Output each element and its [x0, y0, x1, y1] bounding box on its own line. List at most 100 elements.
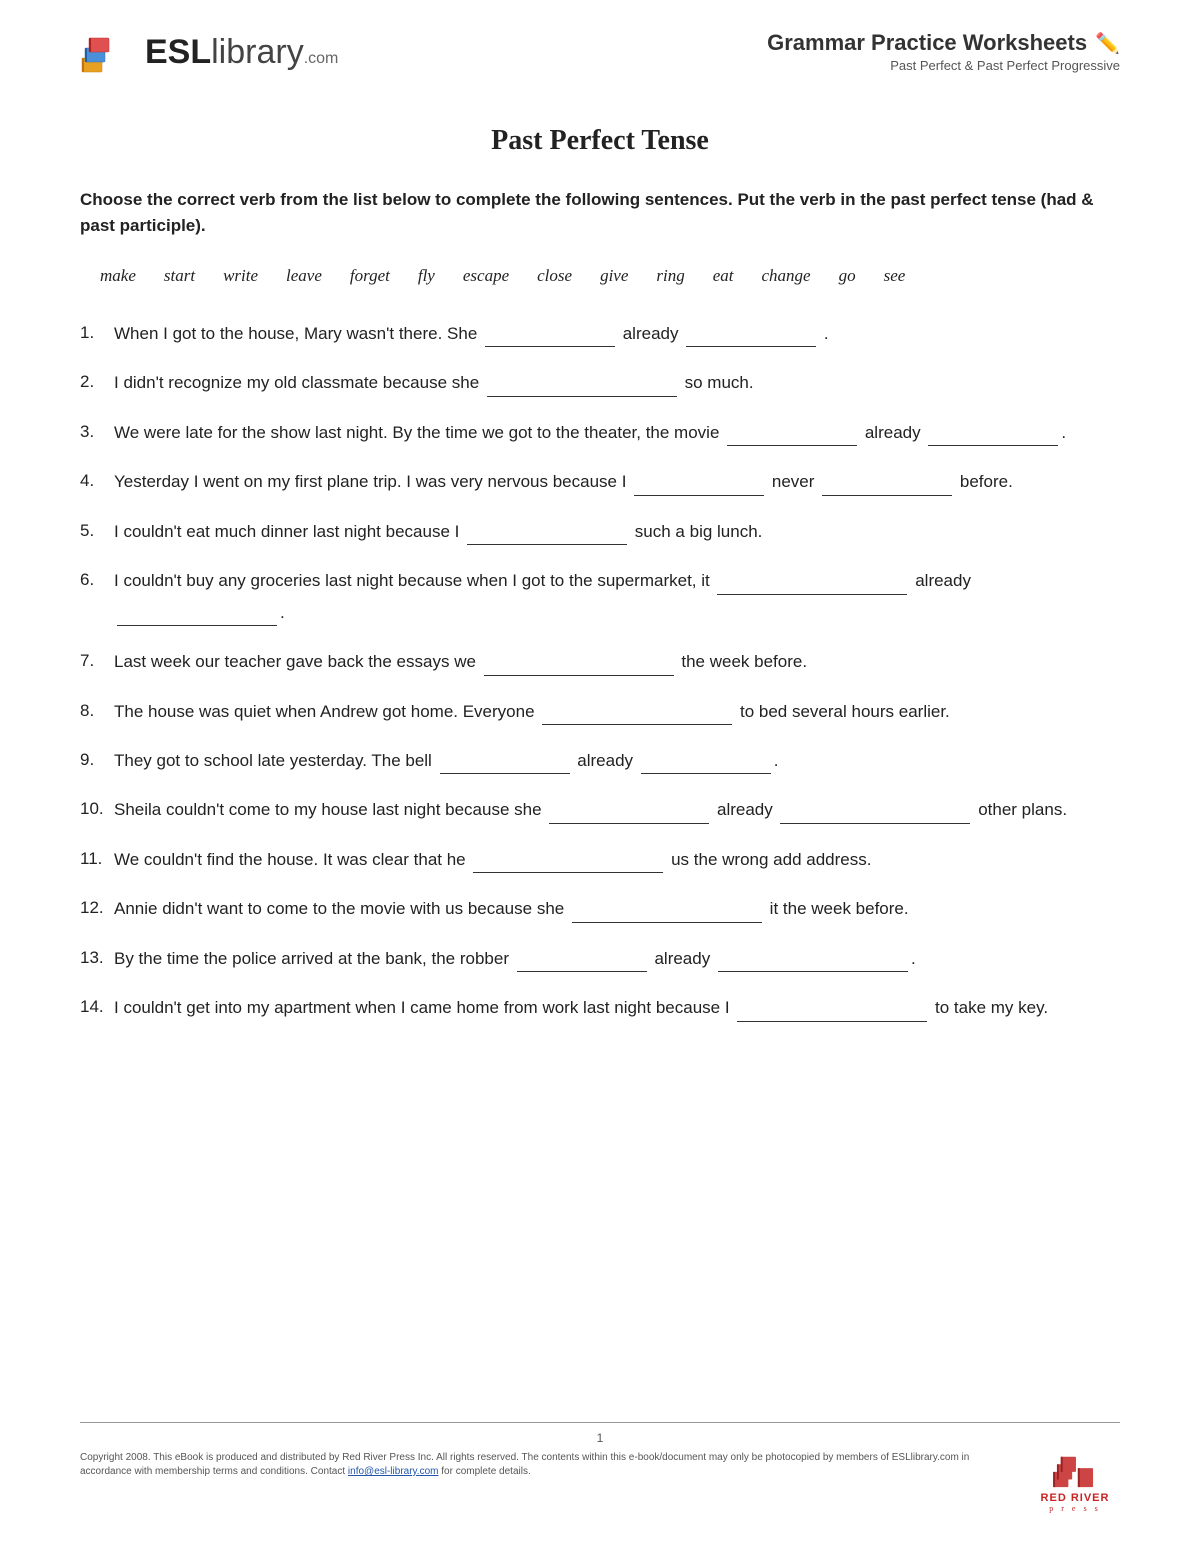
- grammar-subtitle: Past Perfect & Past Perfect Progressive: [767, 58, 1120, 73]
- sentence-text-14: I couldn't get into my apartment when I …: [114, 992, 1120, 1023]
- logo-area: ESLlibrary.com: [80, 30, 338, 75]
- blank-9b: [641, 772, 771, 774]
- red-river-logo: Red River p r e s s: [1030, 1451, 1120, 1513]
- word-close: close: [537, 266, 572, 286]
- sentence-10: 10. Sheila couldn't come to my house las…: [80, 794, 1120, 825]
- blank-4b: [822, 494, 952, 496]
- blank-1b: [686, 345, 816, 347]
- word-change: change: [762, 266, 811, 286]
- esl-logo-icon: [80, 30, 135, 75]
- logo-text: ESLlibrary.com: [145, 33, 338, 72]
- sentence-num-11: 11.: [80, 844, 108, 875]
- sentence-7: 7. Last week our teacher gave back the e…: [80, 646, 1120, 677]
- pencil-icon: ✏️: [1095, 31, 1120, 56]
- sentence-6: 6. I couldn't buy any groceries last nig…: [80, 565, 1120, 628]
- sentence-text-1: When I got to the house, Mary wasn't the…: [114, 318, 1120, 349]
- blank-2: [487, 395, 677, 397]
- page: ESLlibrary.com Grammar Practice Workshee…: [0, 0, 1200, 1553]
- blank-7: [484, 674, 674, 676]
- word-leave: leave: [286, 266, 322, 286]
- sentence-num-4: 4.: [80, 466, 108, 497]
- word-fly: fly: [418, 266, 435, 286]
- blank-13a: [517, 970, 647, 972]
- word-see: see: [884, 266, 906, 286]
- footer-email[interactable]: info@esl-library.com: [348, 1466, 439, 1477]
- word-write: write: [223, 266, 258, 286]
- page-title: Past Perfect Tense: [80, 125, 1120, 157]
- sentence-num-3: 3.: [80, 417, 108, 448]
- sentence-text-13: By the time the police arrived at the ba…: [114, 943, 1120, 974]
- sentence-num-9: 9.: [80, 745, 108, 776]
- blank-10a: [549, 822, 709, 824]
- sentence-num-2: 2.: [80, 367, 108, 398]
- word-list: make start write leave forget fly escape…: [80, 266, 1120, 286]
- word-go: go: [839, 266, 856, 286]
- blank-1a: [485, 345, 615, 347]
- sentence-12: 12. Annie didn't want to come to the mov…: [80, 893, 1120, 924]
- sentence-11: 11. We couldn't find the house. It was c…: [80, 844, 1120, 875]
- sentence-num-8: 8.: [80, 696, 108, 727]
- red-river-press: p r e s s: [1049, 1504, 1100, 1513]
- red-river-icon: [1050, 1451, 1100, 1489]
- sentence-13: 13. By the time the police arrived at th…: [80, 943, 1120, 974]
- blank-5: [467, 543, 627, 545]
- blank-3b: [928, 444, 1058, 446]
- blank-6a: [717, 593, 907, 595]
- header-right: Grammar Practice Worksheets ✏️ Past Perf…: [767, 30, 1120, 73]
- sentence-text-12: Annie didn't want to come to the movie w…: [114, 893, 1120, 924]
- sentence-9: 9. They got to school late yesterday. Th…: [80, 745, 1120, 776]
- sentence-4: 4. Yesterday I went on my first plane tr…: [80, 466, 1120, 497]
- grammar-title: Grammar Practice Worksheets ✏️: [767, 30, 1120, 56]
- sentence-text-11: We couldn't find the house. It was clear…: [114, 844, 1120, 875]
- sentence-3: 3. We were late for the show last night.…: [80, 417, 1120, 448]
- copyright-end: for complete details.: [441, 1466, 531, 1477]
- blank-13b: [718, 970, 908, 972]
- blank-12: [572, 921, 762, 923]
- logo-library: library: [211, 33, 304, 71]
- sentence-num-13: 13.: [80, 943, 108, 974]
- sentence-5: 5. I couldn't eat much dinner last night…: [80, 516, 1120, 547]
- sentence-list: 1. When I got to the house, Mary wasn't …: [80, 318, 1120, 1024]
- sentence-num-7: 7.: [80, 646, 108, 677]
- sentence-num-14: 14.: [80, 992, 108, 1023]
- sentence-num-1: 1.: [80, 318, 108, 349]
- blank-9a: [440, 772, 570, 774]
- blank-8: [542, 723, 732, 725]
- word-ring: ring: [656, 266, 684, 286]
- word-forget: forget: [350, 266, 390, 286]
- sentence-text-4: Yesterday I went on my first plane trip.…: [114, 466, 1120, 497]
- blank-3a: [727, 444, 857, 446]
- instructions: Choose the correct verb from the list be…: [80, 187, 1120, 238]
- sentence-num-5: 5.: [80, 516, 108, 547]
- word-make: make: [100, 266, 136, 286]
- footer: 1 Copyright 2008. This eBook is produced…: [80, 1422, 1120, 1513]
- grammar-title-text: Grammar Practice Worksheets: [767, 30, 1087, 56]
- word-start: start: [164, 266, 195, 286]
- sentence-1: 1. When I got to the house, Mary wasn't …: [80, 318, 1120, 349]
- sentence-text-5: I couldn't eat much dinner last night be…: [114, 516, 1120, 547]
- sentence-2: 2. I didn't recognize my old classmate b…: [80, 367, 1120, 398]
- sentence-num-12: 12.: [80, 893, 108, 924]
- sentence-text-10: Sheila couldn't come to my house last ni…: [114, 794, 1120, 825]
- word-give: give: [600, 266, 628, 286]
- sentence-text-3: We were late for the show last night. By…: [114, 417, 1120, 448]
- footer-divider: [80, 1422, 1120, 1423]
- word-escape: escape: [463, 266, 509, 286]
- page-number: 1: [80, 1431, 1120, 1445]
- header: ESLlibrary.com Grammar Practice Workshee…: [80, 30, 1120, 85]
- logo-com: .com: [304, 50, 339, 67]
- sentence-text-7: Last week our teacher gave back the essa…: [114, 646, 1120, 677]
- footer-content: Copyright 2008. This eBook is produced a…: [80, 1451, 1120, 1513]
- sentence-num-6: 6.: [80, 565, 108, 596]
- red-river-text: Red River: [1041, 1492, 1110, 1504]
- footer-copyright: Copyright 2008. This eBook is produced a…: [80, 1451, 1010, 1479]
- blank-6b: [117, 624, 277, 626]
- blank-10b: [780, 822, 970, 824]
- blank-11: [473, 871, 663, 873]
- sentence-14: 14. I couldn't get into my apartment whe…: [80, 992, 1120, 1023]
- sentence-8: 8. The house was quiet when Andrew got h…: [80, 696, 1120, 727]
- logo-esl: ESL: [145, 33, 211, 71]
- blank-14: [737, 1020, 927, 1022]
- sentence-text-8: The house was quiet when Andrew got home…: [114, 696, 1120, 727]
- blank-4a: [634, 494, 764, 496]
